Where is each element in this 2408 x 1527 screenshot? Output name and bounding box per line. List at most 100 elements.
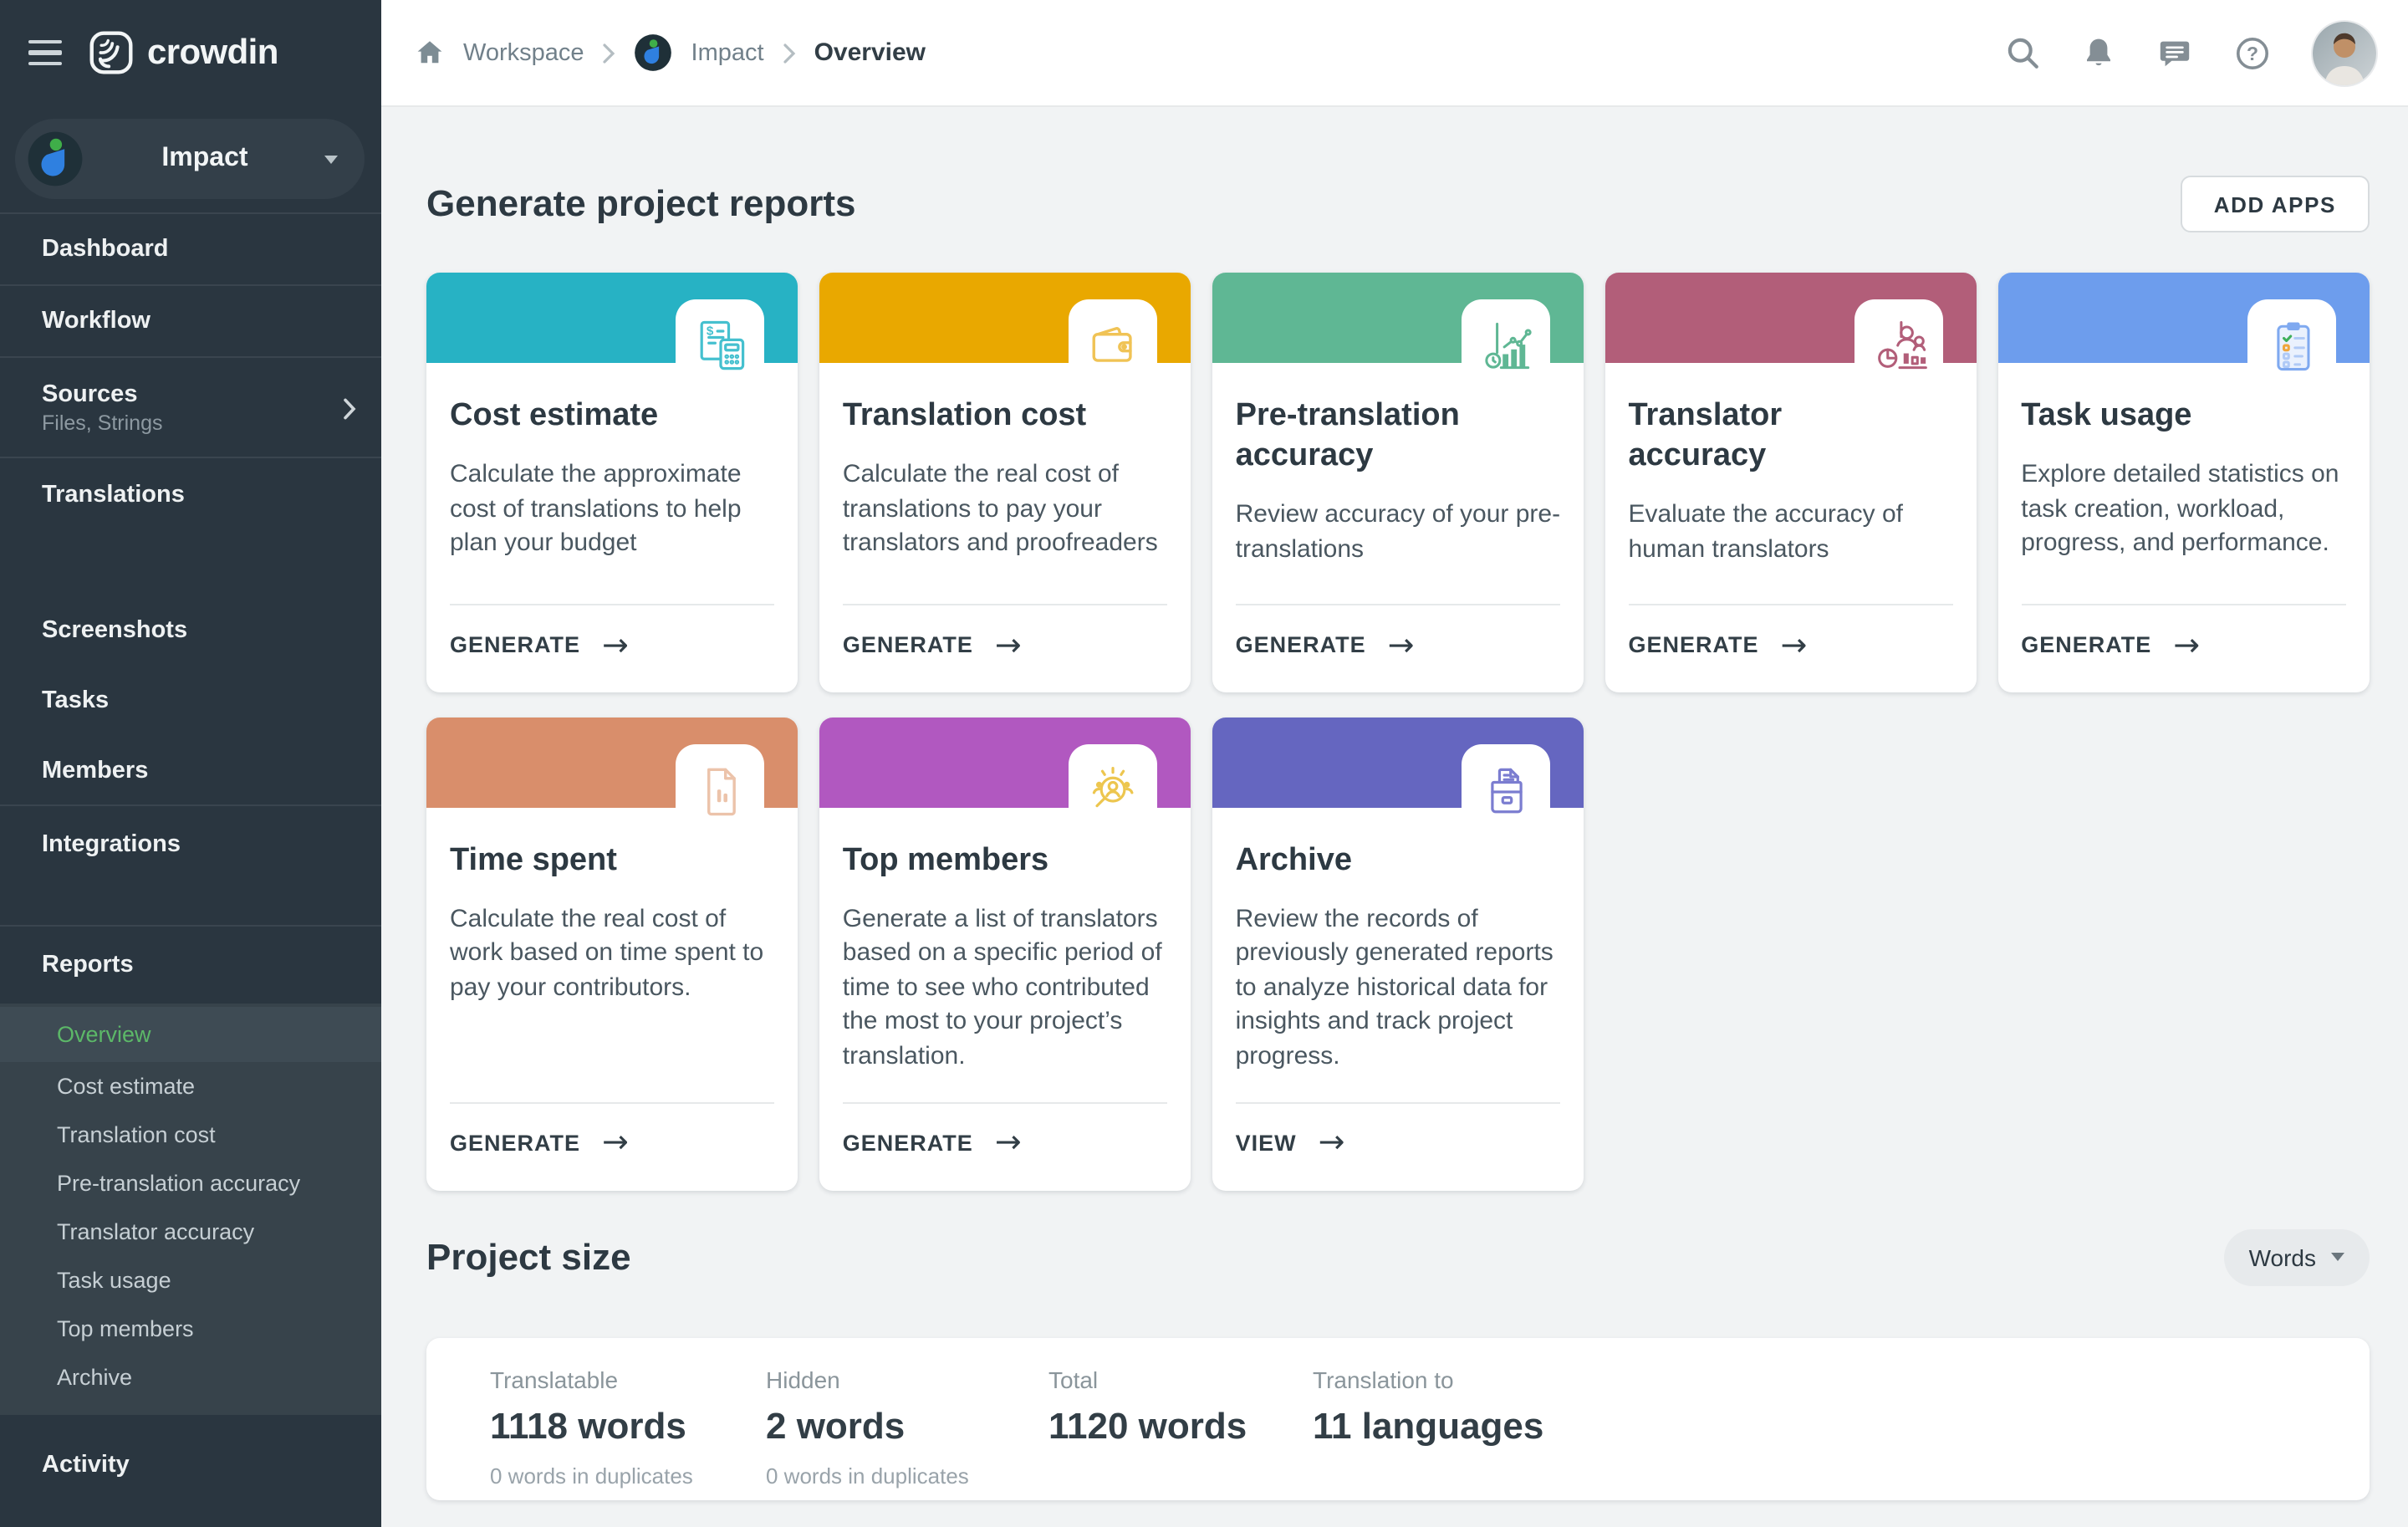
breadcrumb-project[interactable]: Impact xyxy=(691,39,764,66)
chat-icon[interactable] xyxy=(2157,36,2192,69)
card-title: Translation cost xyxy=(843,396,1094,437)
card-description: Review the records of previously generat… xyxy=(1236,902,1561,1074)
main-column: Workspace Impact Overview xyxy=(381,0,2408,1527)
sidebar-item-tasks[interactable]: Tasks xyxy=(0,666,381,736)
sidebar-item-screenshots[interactable]: Screenshots xyxy=(0,595,381,666)
reports-item-top-members[interactable]: Top members xyxy=(0,1305,381,1353)
card-description: Generate a list of translators based on … xyxy=(843,902,1168,1074)
generate-button[interactable]: GENERATE→ xyxy=(843,1101,1168,1190)
sidebar: crowdin Impact Dashboard Workflow Source… xyxy=(0,0,381,1527)
view-button[interactable]: VIEW→ xyxy=(1236,1101,1561,1190)
magnifier-people-icon xyxy=(1069,743,1158,837)
card-archive: Archive Review the records of previously… xyxy=(1212,717,1584,1190)
card-title: Top members xyxy=(843,840,1094,881)
arrow-right-icon: → xyxy=(995,1131,1023,1154)
chevron-down-icon xyxy=(324,155,338,163)
arrow-right-icon: → xyxy=(1780,633,1808,656)
crowdin-logo-icon xyxy=(89,30,134,75)
sidebar-item-sources[interactable]: Sources Files, Strings xyxy=(0,358,381,458)
stat-translation-to: Translation to 11 languages xyxy=(1313,1366,1543,1499)
invoice-calculator-icon: $ xyxy=(676,299,765,393)
card-description: Explore detailed statistics on task crea… xyxy=(2021,458,2346,561)
chart-growth-icon xyxy=(1462,299,1550,393)
svg-text:?: ? xyxy=(2247,42,2258,64)
breadcrumb-workspace[interactable]: Workspace xyxy=(463,39,584,66)
card-description: Review accuracy of your pre-translations xyxy=(1236,498,1561,567)
reports-submenu: Overview Cost estimate Translation cost … xyxy=(0,1004,381,1415)
unit-selector[interactable]: Words xyxy=(2224,1228,2370,1285)
document-pause-icon xyxy=(676,743,765,837)
reports-item-task-usage[interactable]: Task usage xyxy=(0,1256,381,1305)
home-icon[interactable] xyxy=(415,38,445,68)
generate-button[interactable]: GENERATE→ xyxy=(2021,604,2346,692)
wallet-icon xyxy=(1069,299,1158,393)
topbar: Workspace Impact Overview xyxy=(381,0,2408,105)
project-size-title: Project size xyxy=(426,1235,631,1279)
sidebar-item-translations[interactable]: Translations xyxy=(0,458,381,530)
card-title: Cost estimate xyxy=(450,396,701,437)
crowdin-logo[interactable]: crowdin xyxy=(89,30,278,75)
generate-button[interactable]: GENERATE→ xyxy=(450,604,775,692)
help-icon[interactable]: ? xyxy=(2234,34,2271,71)
sidebar-header: crowdin xyxy=(0,0,381,105)
bell-icon[interactable] xyxy=(2082,35,2115,70)
app-window: crowdin Impact Dashboard Workflow Source… xyxy=(0,0,2408,1527)
chevron-right-icon xyxy=(343,398,356,420)
card-title: Translator accuracy xyxy=(1628,396,1879,477)
menu-hamburger-icon[interactable] xyxy=(28,40,62,65)
search-icon[interactable] xyxy=(2005,35,2040,70)
chevron-right-icon xyxy=(783,43,796,63)
reports-item-translation-cost[interactable]: Translation cost xyxy=(0,1111,381,1159)
breadcrumb: Workspace Impact Overview xyxy=(415,33,926,72)
reports-item-overview[interactable]: Overview xyxy=(0,1007,381,1062)
card-top-members: Top members Generate a list of translato… xyxy=(819,717,1191,1190)
chevron-down-icon xyxy=(2331,1253,2344,1261)
generate-button[interactable]: GENERATE→ xyxy=(450,1101,775,1190)
card-description: Evaluate the accuracy of human translato… xyxy=(1628,498,1953,567)
sidebar-item-reports[interactable]: Reports xyxy=(0,925,381,1004)
stat-translatable: Translatable 1118 words 0 words in dupli… xyxy=(490,1366,766,1499)
card-title: Archive xyxy=(1236,840,1487,881)
arrow-right-icon: → xyxy=(2173,633,2201,656)
user-avatar[interactable] xyxy=(2313,21,2376,84)
card-translation-cost: Translation cost Calculate the real cost… xyxy=(819,273,1191,692)
add-apps-button[interactable]: ADD APPS xyxy=(2181,176,2370,232)
card-task-usage: Task usage Explore detailed statistics o… xyxy=(1997,273,2370,692)
card-cost-estimate: $ Cost estimate Calculate the approximat… xyxy=(426,273,798,692)
card-title: Time spent xyxy=(450,840,701,881)
generate-button[interactable]: GENERATE→ xyxy=(1236,604,1561,692)
generate-button[interactable]: GENERATE→ xyxy=(843,604,1168,692)
sidebar-item-dashboard[interactable]: Dashboard xyxy=(0,214,381,286)
arrow-right-icon: → xyxy=(602,1131,630,1154)
card-translator-accuracy: Translator accuracy Evaluate the accurac… xyxy=(1604,273,1977,692)
archive-box-icon xyxy=(1462,743,1550,837)
chevron-right-icon xyxy=(603,43,616,63)
generate-button[interactable]: GENERATE→ xyxy=(1628,604,1953,692)
card-description: Calculate the real cost of translations … xyxy=(843,458,1168,561)
project-name: Impact xyxy=(95,144,314,174)
stat-total: Total 1120 words xyxy=(1048,1366,1313,1499)
sidebar-item-members[interactable]: Members xyxy=(0,736,381,806)
card-pre-translation-accuracy: Pre-translation accuracy Review accuracy… xyxy=(1212,273,1584,692)
sidebar-item-activity[interactable]: Activity xyxy=(0,1415,381,1527)
page-title: Generate project reports xyxy=(426,182,856,226)
people-stats-icon xyxy=(1854,299,1943,393)
content-area: Generate project reports ADD APPS $ xyxy=(381,105,2408,1527)
breadcrumb-page: Overview xyxy=(814,38,926,67)
project-switcher[interactable]: Impact xyxy=(15,119,365,199)
sidebar-item-workflow[interactable]: Workflow xyxy=(0,286,381,358)
reports-item-cost-estimate[interactable]: Cost estimate xyxy=(0,1062,381,1111)
reports-item-translator-accuracy[interactable]: Translator accuracy xyxy=(0,1208,381,1256)
arrow-right-icon: → xyxy=(1319,1131,1346,1154)
report-cards-row-2: Time spent Calculate the real cost of wo… xyxy=(426,717,2370,1190)
card-description: Calculate the approximate cost of transl… xyxy=(450,458,775,561)
reports-item-archive[interactable]: Archive xyxy=(0,1353,381,1402)
card-description: Calculate the real cost of work based on… xyxy=(450,902,775,1005)
report-cards-row-1: $ Cost estimate Calculate the approximat… xyxy=(426,273,2370,692)
arrow-right-icon: → xyxy=(602,633,630,656)
sources-sublabel: Files, Strings xyxy=(42,411,163,434)
clipboard-checklist-icon xyxy=(2247,299,2336,393)
reports-item-pre-translation-accuracy[interactable]: Pre-translation accuracy xyxy=(0,1159,381,1208)
sidebar-item-integrations[interactable]: Integrations xyxy=(0,806,381,881)
arrow-right-icon: → xyxy=(995,633,1023,656)
